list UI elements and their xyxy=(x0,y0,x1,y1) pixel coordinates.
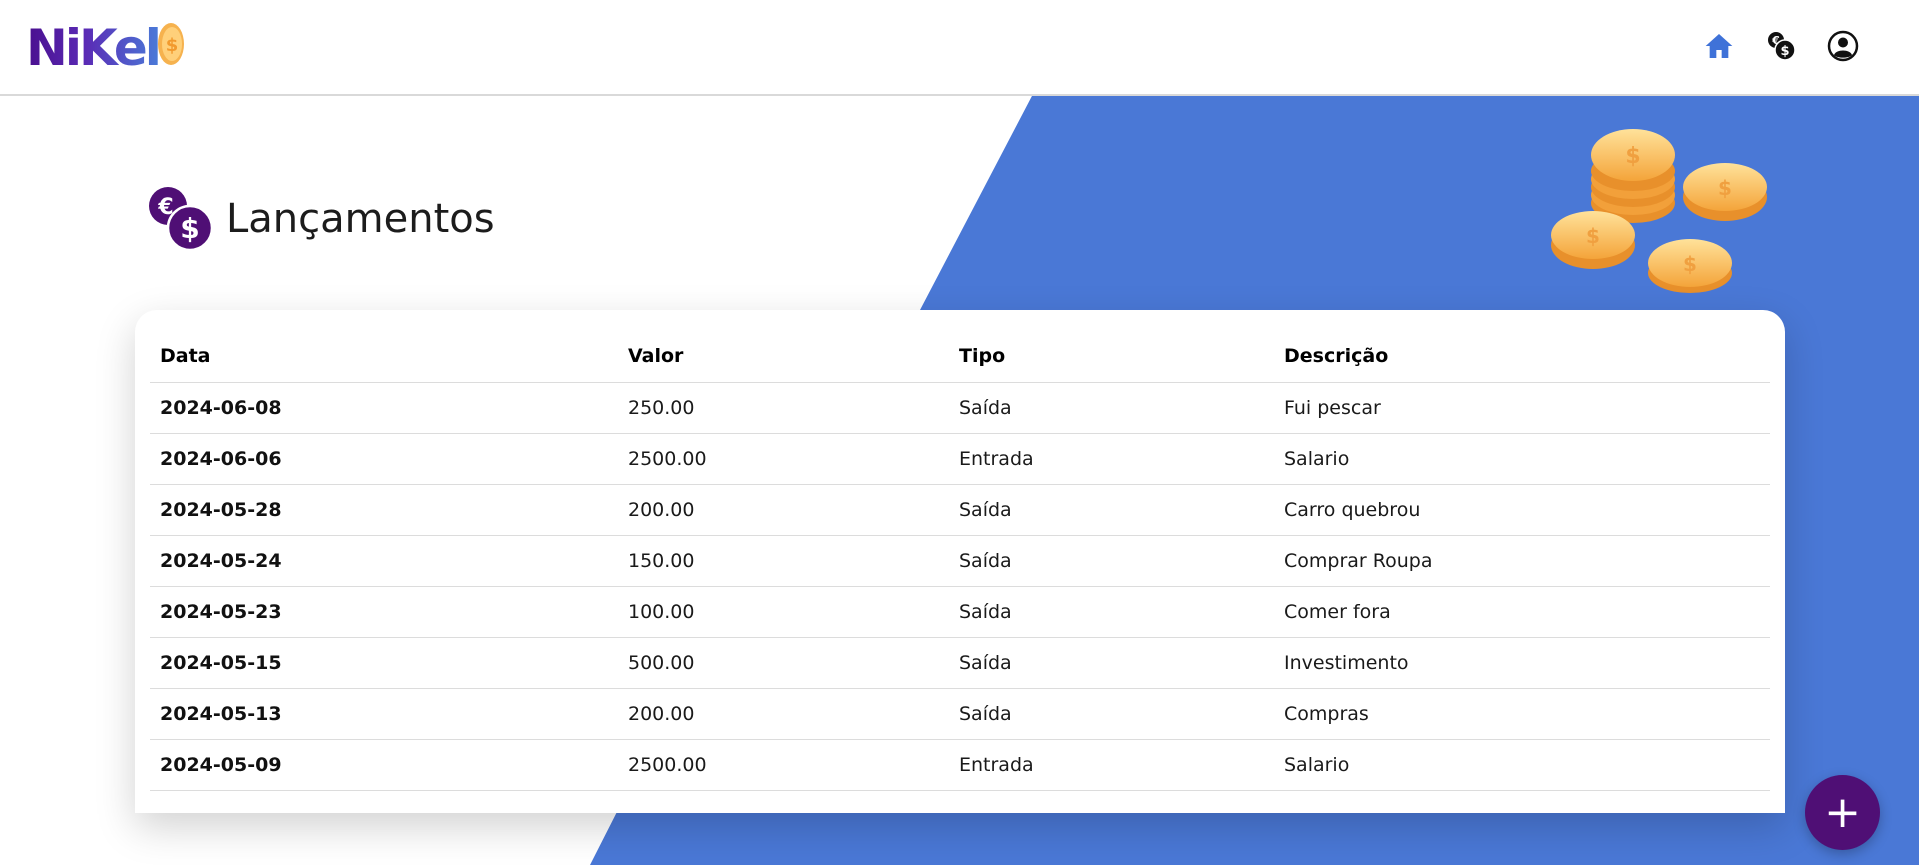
cell-description: Carro quebrou xyxy=(1274,484,1770,536)
svg-text:$: $ xyxy=(166,35,179,56)
plus-icon: + xyxy=(1824,786,1861,838)
coins-image: $ $ $ $ xyxy=(1551,129,1767,293)
column-header-data: Data xyxy=(150,330,618,383)
cell-description: Investimento xyxy=(1274,637,1770,689)
table-row: 2024-06-06 2500.00 Entrada Salario xyxy=(150,433,1770,485)
table-row: 2024-06-08 250.00 Saída Fui pescar xyxy=(150,382,1770,434)
logo-text: NiKel xyxy=(26,19,162,77)
cell-description: Salario xyxy=(1274,433,1770,485)
transactions-icon[interactable]: € $ xyxy=(1765,30,1797,62)
cell-type: Entrada xyxy=(949,739,1274,791)
cell-description: Comprar Roupa xyxy=(1274,535,1770,587)
nav-icons: € $ xyxy=(1703,30,1859,62)
logo[interactable]: NiKel $ xyxy=(26,20,185,76)
cell-date: 2024-06-06 xyxy=(150,433,618,485)
transactions-table: Data Valor Tipo Descrição 2024-06-08 250… xyxy=(150,330,1770,791)
cell-value: 100.00 xyxy=(618,586,949,638)
cell-description: Comer fora xyxy=(1274,586,1770,638)
add-transaction-button[interactable]: + xyxy=(1805,775,1880,850)
cell-value: 2500.00 xyxy=(618,433,949,485)
svg-text:$: $ xyxy=(1718,176,1732,200)
page-header: € $ Lançamentos xyxy=(148,186,495,252)
cell-type: Saída xyxy=(949,586,1274,638)
cell-value: 200.00 xyxy=(618,484,949,536)
table-row: 2024-05-15 500.00 Saída Investimento xyxy=(150,637,1770,689)
svg-text:$: $ xyxy=(180,212,199,245)
cell-type: Saída xyxy=(949,382,1274,434)
cell-value: 500.00 xyxy=(618,637,949,689)
cell-date: 2024-05-13 xyxy=(150,688,618,740)
column-header-descricao: Descrição xyxy=(1274,330,1770,383)
cell-value: 250.00 xyxy=(618,382,949,434)
home-icon[interactable] xyxy=(1703,30,1735,62)
cell-description: Compras xyxy=(1274,688,1770,740)
cell-type: Saída xyxy=(949,535,1274,587)
cell-type: Entrada xyxy=(949,433,1274,485)
table-header-row: Data Valor Tipo Descrição xyxy=(150,330,1770,383)
cell-value: 150.00 xyxy=(618,535,949,587)
svg-text:$: $ xyxy=(1586,224,1600,248)
column-header-valor: Valor xyxy=(618,330,949,383)
cell-type: Saída xyxy=(949,484,1274,536)
cell-type: Saída xyxy=(949,688,1274,740)
table-row: 2024-05-09 2500.00 Entrada Salario xyxy=(150,739,1770,791)
cell-date: 2024-05-23 xyxy=(150,586,618,638)
currency-icon: € $ xyxy=(149,187,214,252)
table-row: 2024-05-28 200.00 Saída Carro quebrou xyxy=(150,484,1770,536)
transactions-card: Data Valor Tipo Descrição 2024-06-08 250… xyxy=(135,310,1785,813)
svg-text:$: $ xyxy=(1780,44,1789,59)
cell-date: 2024-06-08 xyxy=(150,382,618,434)
cell-type: Saída xyxy=(949,637,1274,689)
cell-value: 2500.00 xyxy=(618,739,949,791)
cell-description: Fui pescar xyxy=(1274,382,1770,434)
cell-date: 2024-05-28 xyxy=(150,484,618,536)
cell-value: 200.00 xyxy=(618,688,949,740)
cell-description: Salario xyxy=(1274,739,1770,791)
svg-text:$: $ xyxy=(1625,144,1640,169)
column-header-tipo: Tipo xyxy=(949,330,1274,383)
user-icon[interactable] xyxy=(1827,30,1859,62)
table-row: 2024-05-13 200.00 Saída Compras xyxy=(150,688,1770,740)
table-row: 2024-05-24 150.00 Saída Comprar Roupa xyxy=(150,535,1770,587)
page-title: Lançamentos xyxy=(226,196,495,242)
svg-text:$: $ xyxy=(1683,252,1697,276)
cell-date: 2024-05-15 xyxy=(150,637,618,689)
cell-date: 2024-05-24 xyxy=(150,535,618,587)
cell-date: 2024-05-09 xyxy=(150,739,618,791)
navbar: NiKel $ € $ xyxy=(0,0,1919,96)
table-row: 2024-05-23 100.00 Saída Comer fora xyxy=(150,586,1770,638)
coin-icon: $ xyxy=(157,23,184,65)
